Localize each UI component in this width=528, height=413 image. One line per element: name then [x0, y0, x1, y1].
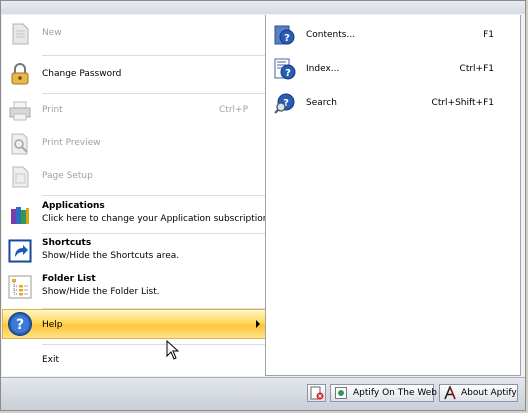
- menu-label-help: Help: [42, 320, 63, 330]
- menu-item-exit[interactable]: Exit: [2, 348, 266, 374]
- menu-item-change-password[interactable]: Change Password: [2, 59, 266, 89]
- menu-item-shortcuts[interactable]: Shortcuts Show/Hide the Shortcuts area.: [2, 235, 266, 269]
- shortcut-arrow-icon: [8, 239, 32, 263]
- web-page-icon: [335, 387, 347, 399]
- svg-text:?: ?: [284, 33, 290, 44]
- menu-label-print-preview: Print Preview: [42, 138, 101, 148]
- menu-item-print[interactable]: Print Ctrl+P: [2, 97, 266, 125]
- help-label-index: Index...: [306, 64, 340, 74]
- print-preview-icon: [11, 133, 28, 155]
- window-top-bar: [1, 1, 525, 14]
- help-index-icon: ?: [274, 58, 296, 80]
- help-label-search: Search: [306, 98, 337, 108]
- shortcuts-title: Shortcuts: [42, 238, 92, 248]
- menu-item-applications[interactable]: Applications Click here to change your A…: [2, 198, 276, 232]
- menu-label-change-password: Change Password: [42, 69, 122, 79]
- help-question-icon: ?: [8, 312, 32, 336]
- menu-label-page-setup: Page Setup: [42, 171, 93, 181]
- menu-label-new: New: [42, 28, 62, 38]
- menu-label-exit: Exit: [42, 355, 60, 365]
- svg-text:?: ?: [16, 317, 24, 333]
- menu-item-folder-list[interactable]: Folder List Show/Hide the Folder List.: [2, 271, 266, 305]
- menu-item-new[interactable]: New: [2, 20, 266, 48]
- folder-list-description: Show/Hide the Folder List.: [42, 287, 160, 297]
- separator: [42, 55, 266, 56]
- svg-text:?: ?: [285, 68, 291, 79]
- menu-item-page-setup[interactable]: Page Setup: [2, 163, 266, 191]
- applications-title: Applications: [42, 201, 105, 211]
- aptify-on-the-web-label: Aptify On The Web: [353, 388, 437, 398]
- applications-books-icon: [11, 207, 29, 224]
- help-shortcut-contents: F1: [483, 30, 494, 40]
- separator: [42, 233, 266, 234]
- help-contents-icon: ?: [274, 25, 295, 45]
- help-item-contents[interactable]: ? Contents... F1: [266, 21, 522, 49]
- submenu-arrow-icon: [256, 320, 260, 328]
- separator: [42, 93, 266, 94]
- status-bar: Aptify On The Web About Aptify: [1, 377, 525, 410]
- lock-icon: [11, 63, 29, 85]
- menu-item-print-preview[interactable]: Print Preview: [2, 130, 266, 158]
- about-aptify-label: About Aptify: [461, 388, 517, 398]
- page-setup-icon: [12, 166, 29, 188]
- folder-tree-icon: [8, 275, 32, 299]
- printer-icon: [9, 101, 31, 121]
- help-item-search[interactable]: ? Search Ctrl+Shift+F1: [266, 89, 522, 117]
- menu-label-print: Print: [42, 105, 63, 115]
- help-shortcut-search: Ctrl+Shift+F1: [431, 98, 494, 108]
- help-submenu-panel: ? Contents... F1 ? Index... Ctrl+F1 ? Se…: [265, 15, 521, 376]
- aptify-on-the-web-button[interactable]: Aptify On The Web: [330, 384, 437, 402]
- about-aptify-button[interactable]: About Aptify: [439, 384, 518, 402]
- separator: [42, 344, 266, 345]
- help-shortcut-index: Ctrl+F1: [459, 64, 494, 74]
- new-document-icon: [12, 23, 29, 45]
- mouse-cursor-icon: [166, 340, 179, 360]
- shortcuts-description: Show/Hide the Shortcuts area.: [42, 251, 180, 261]
- folder-list-title: Folder List: [42, 274, 96, 284]
- aptify-logo-icon: [444, 386, 456, 400]
- help-item-index[interactable]: ? Index... Ctrl+F1: [266, 55, 522, 83]
- help-label-contents: Contents...: [306, 30, 356, 40]
- menu-item-help[interactable]: ? Help: [2, 309, 266, 339]
- status-notification-button[interactable]: [307, 384, 326, 402]
- notification-error-icon: [310, 386, 324, 400]
- menu-shortcut-print: Ctrl+P: [219, 105, 248, 115]
- help-search-icon: ?: [274, 93, 295, 114]
- applications-description: Click here to change your Application su…: [42, 214, 277, 224]
- separator: [42, 195, 266, 196]
